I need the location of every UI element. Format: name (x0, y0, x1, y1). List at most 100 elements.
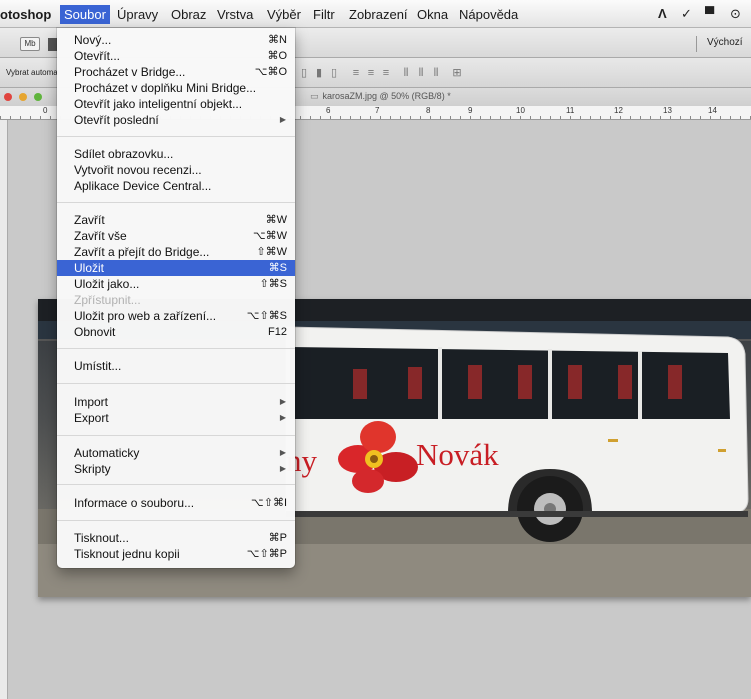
menu-item-label: Procházet v Bridge... (74, 65, 186, 79)
menu-item-prochazet-v-bridge[interactable]: Procházet v Bridge... ⌥⌘O (57, 64, 295, 80)
menu-separator (57, 484, 295, 485)
menu-item-label: Zavřít a přejít do Bridge... (74, 245, 210, 259)
menu-item-shortcut: ⌥⇧⌘I (251, 497, 287, 509)
ruler-number: 7 (375, 106, 380, 115)
menu-item-otevrit[interactable]: Otevřít... ⌘O (57, 48, 295, 64)
menu-item-aplikace-device-central[interactable]: Aplikace Device Central... (57, 178, 295, 194)
menu-item-umistit[interactable]: Umístit... (57, 358, 295, 374)
menu-separator (57, 348, 295, 349)
menu-item-label: Obnovit (74, 325, 116, 339)
menu-bar: otoshop Soubor Úpravy Obraz Vrstva Výběr… (0, 0, 751, 28)
menu-soubor[interactable]: Soubor (60, 5, 110, 24)
submenu-arrow-icon: ▶ (279, 115, 286, 124)
ruler-number: 8 (426, 106, 431, 115)
auto-select-checkbox-label[interactable]: Vybrat automa (6, 68, 58, 77)
menu-item-otevrit-posledni[interactable]: Otevřít poslední ▶ (57, 112, 295, 128)
menu-item-vytvorit-novou-recenzi[interactable]: Vytvořit novou recenzi... (57, 162, 295, 178)
close-window-icon[interactable] (4, 93, 12, 101)
document-icon: ▭ (310, 91, 319, 101)
menu-item-tisknout-jednu-kopii[interactable]: Tisknout jednu kopii ⌥⇧⌘P (57, 546, 295, 562)
menu-upravy[interactable]: Úpravy (117, 6, 158, 23)
align-right-icon[interactable]: ▯ (328, 67, 340, 79)
submenu-arrow-icon: ▶ (279, 397, 286, 406)
bridge-icon[interactable] (48, 38, 57, 51)
ruler-number: 6 (326, 106, 331, 115)
menu-item-shortcut: ⌥⇧⌘P (246, 548, 287, 560)
auto-align-icon[interactable]: ⊞ (451, 67, 463, 79)
menu-item-export[interactable]: Export ▶ (57, 410, 295, 426)
menu-item-otevrit-jako-inteligentni-objekt[interactable]: Otevřít jako inteligentní objekt... (57, 96, 295, 112)
minimize-window-icon[interactable] (19, 93, 27, 101)
mini-bridge-button[interactable]: Mb (20, 37, 40, 51)
menu-item-shortcut: ⌥⌘O (254, 66, 287, 78)
align-left-icon[interactable]: ▯ (298, 67, 310, 79)
menu-item-sdilet-obrazovku[interactable]: Sdílet obrazovku... (57, 146, 295, 162)
menu-zobrazeni[interactable]: Zobrazení (349, 6, 408, 23)
document-tab[interactable]: ▭ karosaZM.jpg @ 50% (RGB/8) * (310, 91, 451, 102)
display-icon[interactable]: ▀ (705, 7, 714, 21)
menu-vrstva[interactable]: Vrstva (217, 6, 253, 23)
distribute-right-icon[interactable]: ⦀ (430, 67, 442, 79)
menu-item-shortcut: ⌘N (268, 34, 287, 46)
menu-item-zavrit[interactable]: Zavřít ⌘W (57, 212, 295, 228)
ruler-number: 10 (516, 106, 525, 115)
menu-item-shortcut: ⌥⌘W (252, 230, 287, 242)
time-machine-icon[interactable]: ⊙ (730, 7, 741, 21)
menu-item-prochazet-v-doplnku-mini-bridge[interactable]: Procházet v doplňku Mini Bridge... (57, 80, 295, 96)
menu-item-import[interactable]: Import ▶ (57, 394, 295, 410)
menu-item-shortcut: F12 (268, 326, 287, 338)
menu-item-shortcut: ⌘O (267, 50, 287, 62)
menu-item-label: Automaticky (74, 446, 140, 460)
menu-item-zavrit-a-prejit-do-bridge[interactable]: Zavřít a přejít do Bridge... ⇧⌘W (57, 244, 295, 260)
menu-item-label: Procházet v doplňku Mini Bridge... (74, 81, 257, 95)
distribute-hcenter-icon[interactable]: ⦀ (415, 67, 427, 79)
menu-item-ulozit[interactable]: Uložit ⌘S (57, 260, 295, 276)
adobe-icon[interactable]: Ʌ (658, 7, 667, 21)
menu-okna[interactable]: Okna (417, 6, 448, 23)
zoom-window-icon[interactable] (34, 93, 42, 101)
menu-item-label: Export (74, 411, 109, 425)
vertical-ruler[interactable] (0, 120, 8, 699)
menu-item-label: Otevřít... (74, 49, 121, 63)
menu-item-skripty[interactable]: Skripty ▶ (57, 461, 295, 477)
menu-item-informace-o-souboru[interactable]: Informace o souboru... ⌥⇧⌘I (57, 495, 295, 511)
submenu-arrow-icon: ▶ (279, 448, 286, 457)
menu-item-label: Tisknout... (74, 531, 129, 545)
distribute-left-icon[interactable]: ⦀ (400, 67, 412, 79)
menu-item-label: Nový... (74, 33, 112, 47)
menu-item-label: Skripty (74, 462, 111, 476)
menu-item-obnovit[interactable]: Obnovit F12 (57, 324, 295, 340)
checkmark-icon[interactable]: ✓ (681, 7, 692, 21)
menu-obraz[interactable]: Obraz (171, 6, 206, 23)
distribute-bottom-icon[interactable]: ≡ (380, 67, 392, 79)
menu-app-name[interactable]: otoshop (0, 6, 51, 23)
ruler-number: 14 (708, 106, 717, 115)
menu-item-shortcut: ⌘S (268, 262, 287, 274)
menu-item-ulozit-pro-web-a-zarizeni[interactable]: Uložit pro web a zařízení... ⌥⇧⌘S (57, 308, 295, 324)
menu-item-shortcut: ⇧⌘W (256, 246, 287, 258)
menu-item-label: Uložit (74, 261, 105, 275)
menu-separator (57, 383, 295, 384)
align-hcenter-icon[interactable]: ▮ (313, 67, 325, 79)
ruler-number: 0 (43, 106, 48, 115)
menu-napoveda[interactable]: Nápověda (459, 6, 518, 23)
ruler-number: 11 (566, 106, 575, 115)
menu-item-ulozit-jako[interactable]: Uložit jako... ⇧⌘S (57, 276, 295, 292)
menu-item-tisknout[interactable]: Tisknout... ⌘P (57, 530, 295, 546)
menu-separator (57, 520, 295, 521)
workspace-switcher[interactable]: Výchozí (707, 37, 743, 48)
menu-item-zavrit-vse[interactable]: Zavřít vše ⌥⌘W (57, 228, 295, 244)
menu-item-label: Sdílet obrazovku... (74, 147, 174, 161)
distribute-vcenter-icon[interactable]: ≡ (365, 67, 377, 79)
menu-item-label: Otevřít jako inteligentní objekt... (74, 97, 243, 111)
menu-item-automaticky[interactable]: Automaticky ▶ (57, 445, 295, 461)
menu-filtr[interactable]: Filtr (313, 6, 335, 23)
menu-item-shortcut: ⌘W (265, 214, 287, 226)
menu-vyber[interactable]: Výběr (267, 6, 301, 23)
menu-item-shortcut: ⌘P (268, 532, 287, 544)
ruler-number: 13 (663, 106, 672, 115)
menu-item-novy[interactable]: Nový... ⌘N (57, 32, 295, 48)
distribute-top-icon[interactable]: ≡ (350, 67, 362, 79)
ruler-number: 12 (614, 106, 623, 115)
menu-separator (57, 435, 295, 436)
